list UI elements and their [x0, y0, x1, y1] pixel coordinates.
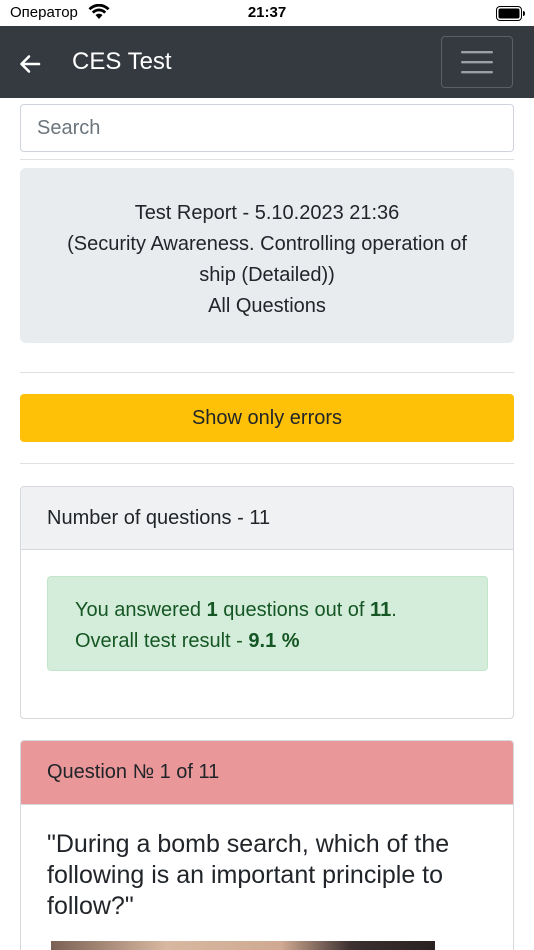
- battery-icon: [496, 6, 525, 21]
- result-value: 9.1 %: [248, 630, 300, 652]
- search-input[interactable]: [20, 104, 514, 152]
- divider: [20, 463, 514, 464]
- answered-prefix: You answered: [75, 599, 207, 621]
- hamburger-menu-icon: [461, 51, 493, 74]
- status-bar: Оператор 21:37: [0, 0, 534, 26]
- answered-count: 1: [206, 599, 218, 621]
- arrow-left-icon: [20, 55, 41, 73]
- question-card: Question № 1 of 11 "During a bomb search…: [20, 740, 514, 950]
- answered-middle: questions out of: [217, 599, 371, 621]
- report-info-box: Test Report - 5.10.2023 21:36 (Security …: [20, 168, 514, 343]
- menu-toggle-button[interactable]: [441, 36, 513, 88]
- question-image: [51, 941, 435, 950]
- page-title: CES Test: [72, 48, 172, 75]
- answered-suffix: .: [391, 599, 397, 621]
- answered-line: You answered 1 questions out of 11.: [75, 595, 460, 626]
- back-button[interactable]: [12, 48, 48, 80]
- result-prefix: Overall test result -: [75, 630, 249, 652]
- divider: [20, 159, 514, 160]
- result-alert: You answered 1 questions out of 11. Over…: [47, 576, 488, 671]
- divider: [20, 372, 514, 373]
- question-text: "During a bomb search, which of the foll…: [47, 830, 450, 920]
- report-scope: All Questions: [208, 295, 326, 317]
- report-test-name-line1: (Security Awareness. Controlling operati…: [67, 233, 467, 255]
- show-only-errors-button[interactable]: Show only errors: [20, 394, 514, 442]
- question-header: Question № 1 of 11: [21, 741, 513, 805]
- summary-card: Number of questions - 11 You answered 1 …: [20, 486, 514, 719]
- total-count: 11: [370, 599, 392, 621]
- result-line: Overall test result - 9.1 %: [75, 626, 460, 657]
- report-test-name-line2: ship (Detailed)): [199, 264, 335, 286]
- summary-card-header: Number of questions - 11: [21, 487, 513, 550]
- navbar: CES Test: [0, 26, 534, 98]
- status-time: 21:37: [247, 4, 287, 21]
- report-title: Test Report - 5.10.2023 21:36: [134, 202, 400, 224]
